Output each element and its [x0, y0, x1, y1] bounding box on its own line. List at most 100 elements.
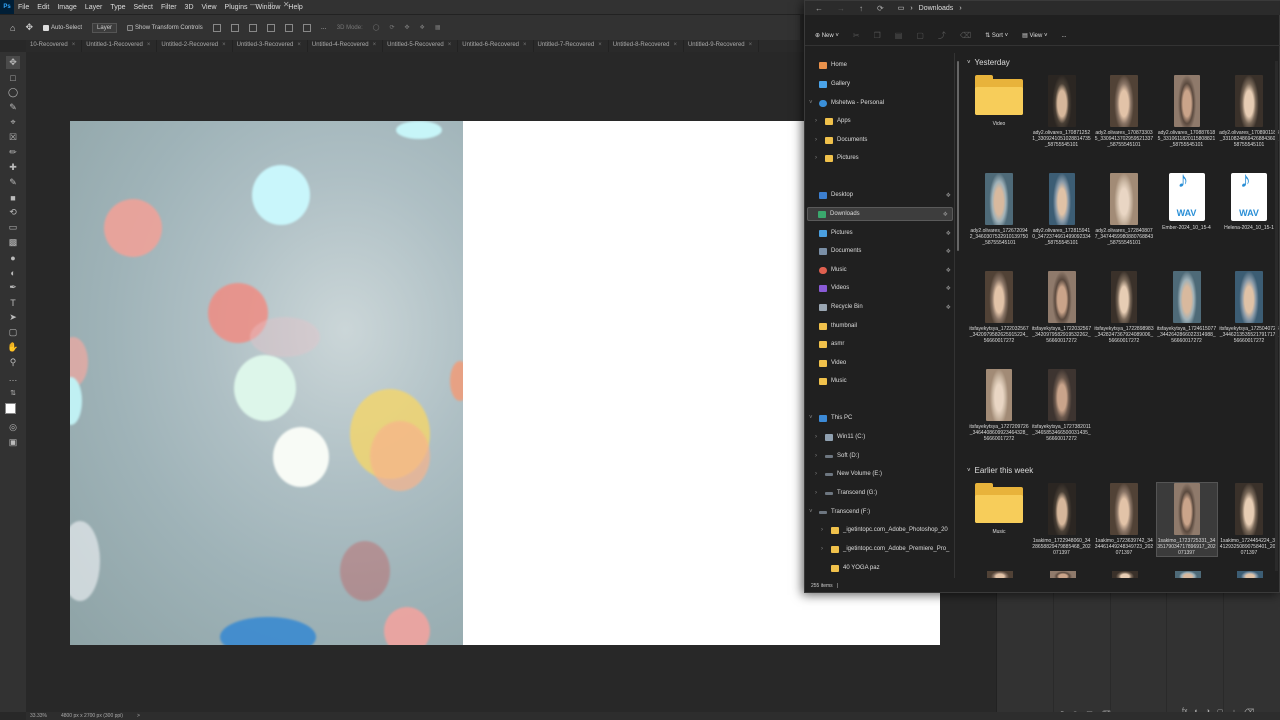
folder-item[interactable]: Video	[969, 75, 1029, 127]
layer-select-dropdown[interactable]: Layer	[92, 22, 118, 33]
share-icon[interactable]: ⤴	[938, 30, 946, 41]
gradient-tool-icon[interactable]: ▩	[6, 236, 20, 249]
eraser-tool-icon[interactable]: ▭	[6, 221, 20, 234]
nav-item-video[interactable]: Video	[809, 356, 954, 370]
nav-item-drive-d[interactable]: › Soft (D:)	[815, 449, 954, 463]
screen-mode-icon[interactable]: ▣	[6, 436, 20, 449]
close-tab-icon[interactable]: ×	[523, 42, 527, 48]
content-scrollbar[interactable]	[1275, 61, 1278, 571]
swap-colors-icon[interactable]: ⇅	[6, 386, 20, 399]
close-tab-icon[interactable]: ×	[72, 42, 76, 48]
dodge-tool-icon[interactable]: ◐	[6, 266, 20, 279]
file-item[interactable]: itsfayekytsya_1722032567_342097958262591…	[969, 271, 1029, 344]
eyedropper-tool-icon[interactable]: ✏	[6, 146, 20, 159]
forward-icon[interactable]: →	[837, 4, 845, 13]
align-top-icon[interactable]	[266, 23, 275, 32]
new-button[interactable]: ⊕ New ˅	[815, 32, 839, 39]
brush-tool-icon[interactable]: ✎	[6, 176, 20, 189]
healing-tool-icon[interactable]: ✚	[6, 161, 20, 174]
nav-item-downloads[interactable]: Downloads ❖	[807, 207, 953, 221]
chevron-right-icon[interactable]: ›	[821, 546, 827, 552]
pen-tool-icon[interactable]: ✒	[6, 281, 20, 294]
rename-icon[interactable]: ▢	[916, 31, 924, 40]
quick-select-tool-icon[interactable]: ✎	[6, 101, 20, 114]
file-item[interactable]: ♪ WAV Helena-2024_10_15-1	[1219, 169, 1279, 232]
close-tab-icon[interactable]: ×	[749, 42, 753, 48]
doc-tab[interactable]: Untitled-9-Recovered ×	[684, 40, 760, 52]
file-item[interactable]: ady2.olivares_1708733035_330941370295952…	[1094, 75, 1154, 148]
menu-layer[interactable]: Layer	[81, 4, 107, 11]
pin-icon[interactable]: ❖	[943, 211, 948, 218]
file-item[interactable]: itsfayekytsya_1722032567_342097958291953…	[1032, 271, 1092, 344]
3d-roll-icon[interactable]: ⟳	[389, 24, 394, 31]
pin-icon[interactable]: ❖	[946, 248, 951, 255]
back-icon[interactable]: ←	[815, 4, 823, 13]
marquee-tool-icon[interactable]: □	[6, 71, 20, 84]
close-tab-icon[interactable]: ×	[673, 42, 677, 48]
nav-item-desktop[interactable]: Desktop ❖	[809, 188, 954, 202]
chevron-right-icon[interactable]: ›	[815, 434, 821, 440]
view-button[interactable]: ▤ View ˅	[1022, 32, 1047, 39]
blur-tool-icon[interactable]: ●	[6, 251, 20, 264]
nav-item-this-pc[interactable]: ˅ This PC	[809, 411, 954, 425]
chevron-right-icon[interactable]: ›	[815, 471, 821, 477]
3d-orbit-icon[interactable]: ◯	[373, 24, 380, 31]
chevron-right-icon[interactable]: ›	[815, 118, 821, 124]
close-tab-icon[interactable]: ×	[147, 42, 151, 48]
file-item[interactable]: 1sakimo_1723725331_3435179034717896917_2…	[1155, 482, 1218, 557]
file-item[interactable]: 1sakimo_1723639742_3434461449248349723_2…	[1094, 483, 1154, 556]
chevron-right-icon[interactable]: ›	[815, 137, 821, 143]
doc-tab[interactable]: 10-Recovered ×	[26, 40, 83, 52]
nav-item-pictures-quick[interactable]: Pictures ❖	[809, 226, 954, 240]
doc-tab[interactable]: Untitled-2-Recovered ×	[157, 40, 233, 52]
shape-tool-icon[interactable]: ▢	[6, 326, 20, 339]
move-tool-icon[interactable]: ✥	[25, 22, 33, 33]
pin-icon[interactable]: ❖	[946, 285, 951, 292]
nav-item-documents-quick[interactable]: Documents ❖	[809, 244, 954, 258]
history-brush-tool-icon[interactable]: ⟲	[6, 206, 20, 219]
file-item[interactable]: itsfayekytsya_1724615077_344264286602231…	[1157, 271, 1217, 344]
nav-item-home[interactable]: Home	[809, 58, 954, 72]
doc-tab[interactable]: Untitled-7-Recovered ×	[534, 40, 609, 52]
close-tab-icon[interactable]: ×	[598, 42, 602, 48]
align-right-icon[interactable]	[248, 23, 257, 32]
menu-file[interactable]: File	[14, 4, 33, 11]
nav-item-music[interactable]: Music ❖	[809, 263, 954, 277]
nav-item-drive-f[interactable]: ˅ Transcend (F:)	[809, 505, 954, 519]
file-item[interactable]: itsfayekytsya_1722898983_342824736792408…	[1094, 271, 1154, 344]
file-item[interactable]: ady2.olivares_1708901188_331082486942688…	[1219, 75, 1279, 148]
crop-tool-icon[interactable]: ⌖	[6, 116, 20, 129]
cut-icon[interactable]: ✂	[853, 31, 860, 40]
copy-icon[interactable]: ❐	[874, 31, 881, 40]
file-item[interactable]: itsfayekytsya_1727382011_346585346650003…	[1032, 369, 1092, 442]
file-item[interactable]: 1sakimo_1724454224_3441293250890758401_2…	[1219, 483, 1279, 556]
pin-icon[interactable]: ❖	[946, 230, 951, 237]
minimize-icon[interactable]: —	[250, 0, 258, 9]
file-item[interactable]: 1sakimo_1722948060_3428658829479885468_2…	[1032, 483, 1092, 556]
group-header-yesterday[interactable]: ˅ Yesterday	[967, 58, 1010, 67]
doc-tab[interactable]: Untitled-3-Recovered ×	[233, 40, 308, 52]
pin-icon[interactable]: ❖	[946, 304, 951, 311]
nav-item-drive-c[interactable]: › Win11 (C:)	[815, 430, 954, 444]
zoom-level[interactable]: 33.33%	[30, 713, 47, 719]
frame-tool-icon[interactable]: ☒	[6, 131, 20, 144]
sort-button[interactable]: ⇅ Sort ˅	[985, 32, 1008, 39]
nav-item-documents[interactable]: › Documents	[815, 133, 954, 147]
file-item[interactable]: itsfayekytsya_1725040723_344621353552179…	[1219, 271, 1279, 344]
doc-tab[interactable]: Untitled-5-Recovered ×	[383, 40, 459, 52]
file-item[interactable]: ♪ WAV Ember-2024_10_15-4	[1157, 169, 1217, 232]
stamp-tool-icon[interactable]: ■	[6, 191, 20, 204]
nav-item-asmr[interactable]: asmr	[809, 337, 954, 351]
file-item[interactable]: ady2.olivares_1708712521_330924105102881…	[1032, 75, 1092, 148]
chevron-right-icon[interactable]: ›	[815, 155, 821, 161]
folder-item[interactable]: Music	[969, 483, 1029, 535]
3d-scale-icon[interactable]: ▦	[435, 24, 441, 31]
delete-icon[interactable]: ⌫	[960, 31, 971, 40]
menu-plugins[interactable]: Plugins	[221, 4, 252, 11]
close-tab-icon[interactable]: ×	[448, 42, 452, 48]
hand-tool-icon[interactable]: ✋	[6, 341, 20, 354]
nav-item-thumbnail[interactable]: thumbnail	[809, 319, 954, 333]
scrollbar-thumb[interactable]	[957, 61, 959, 251]
more-tools-icon[interactable]: …	[6, 371, 20, 384]
auto-select-checkbox[interactable]: Auto-Select	[42, 24, 82, 31]
